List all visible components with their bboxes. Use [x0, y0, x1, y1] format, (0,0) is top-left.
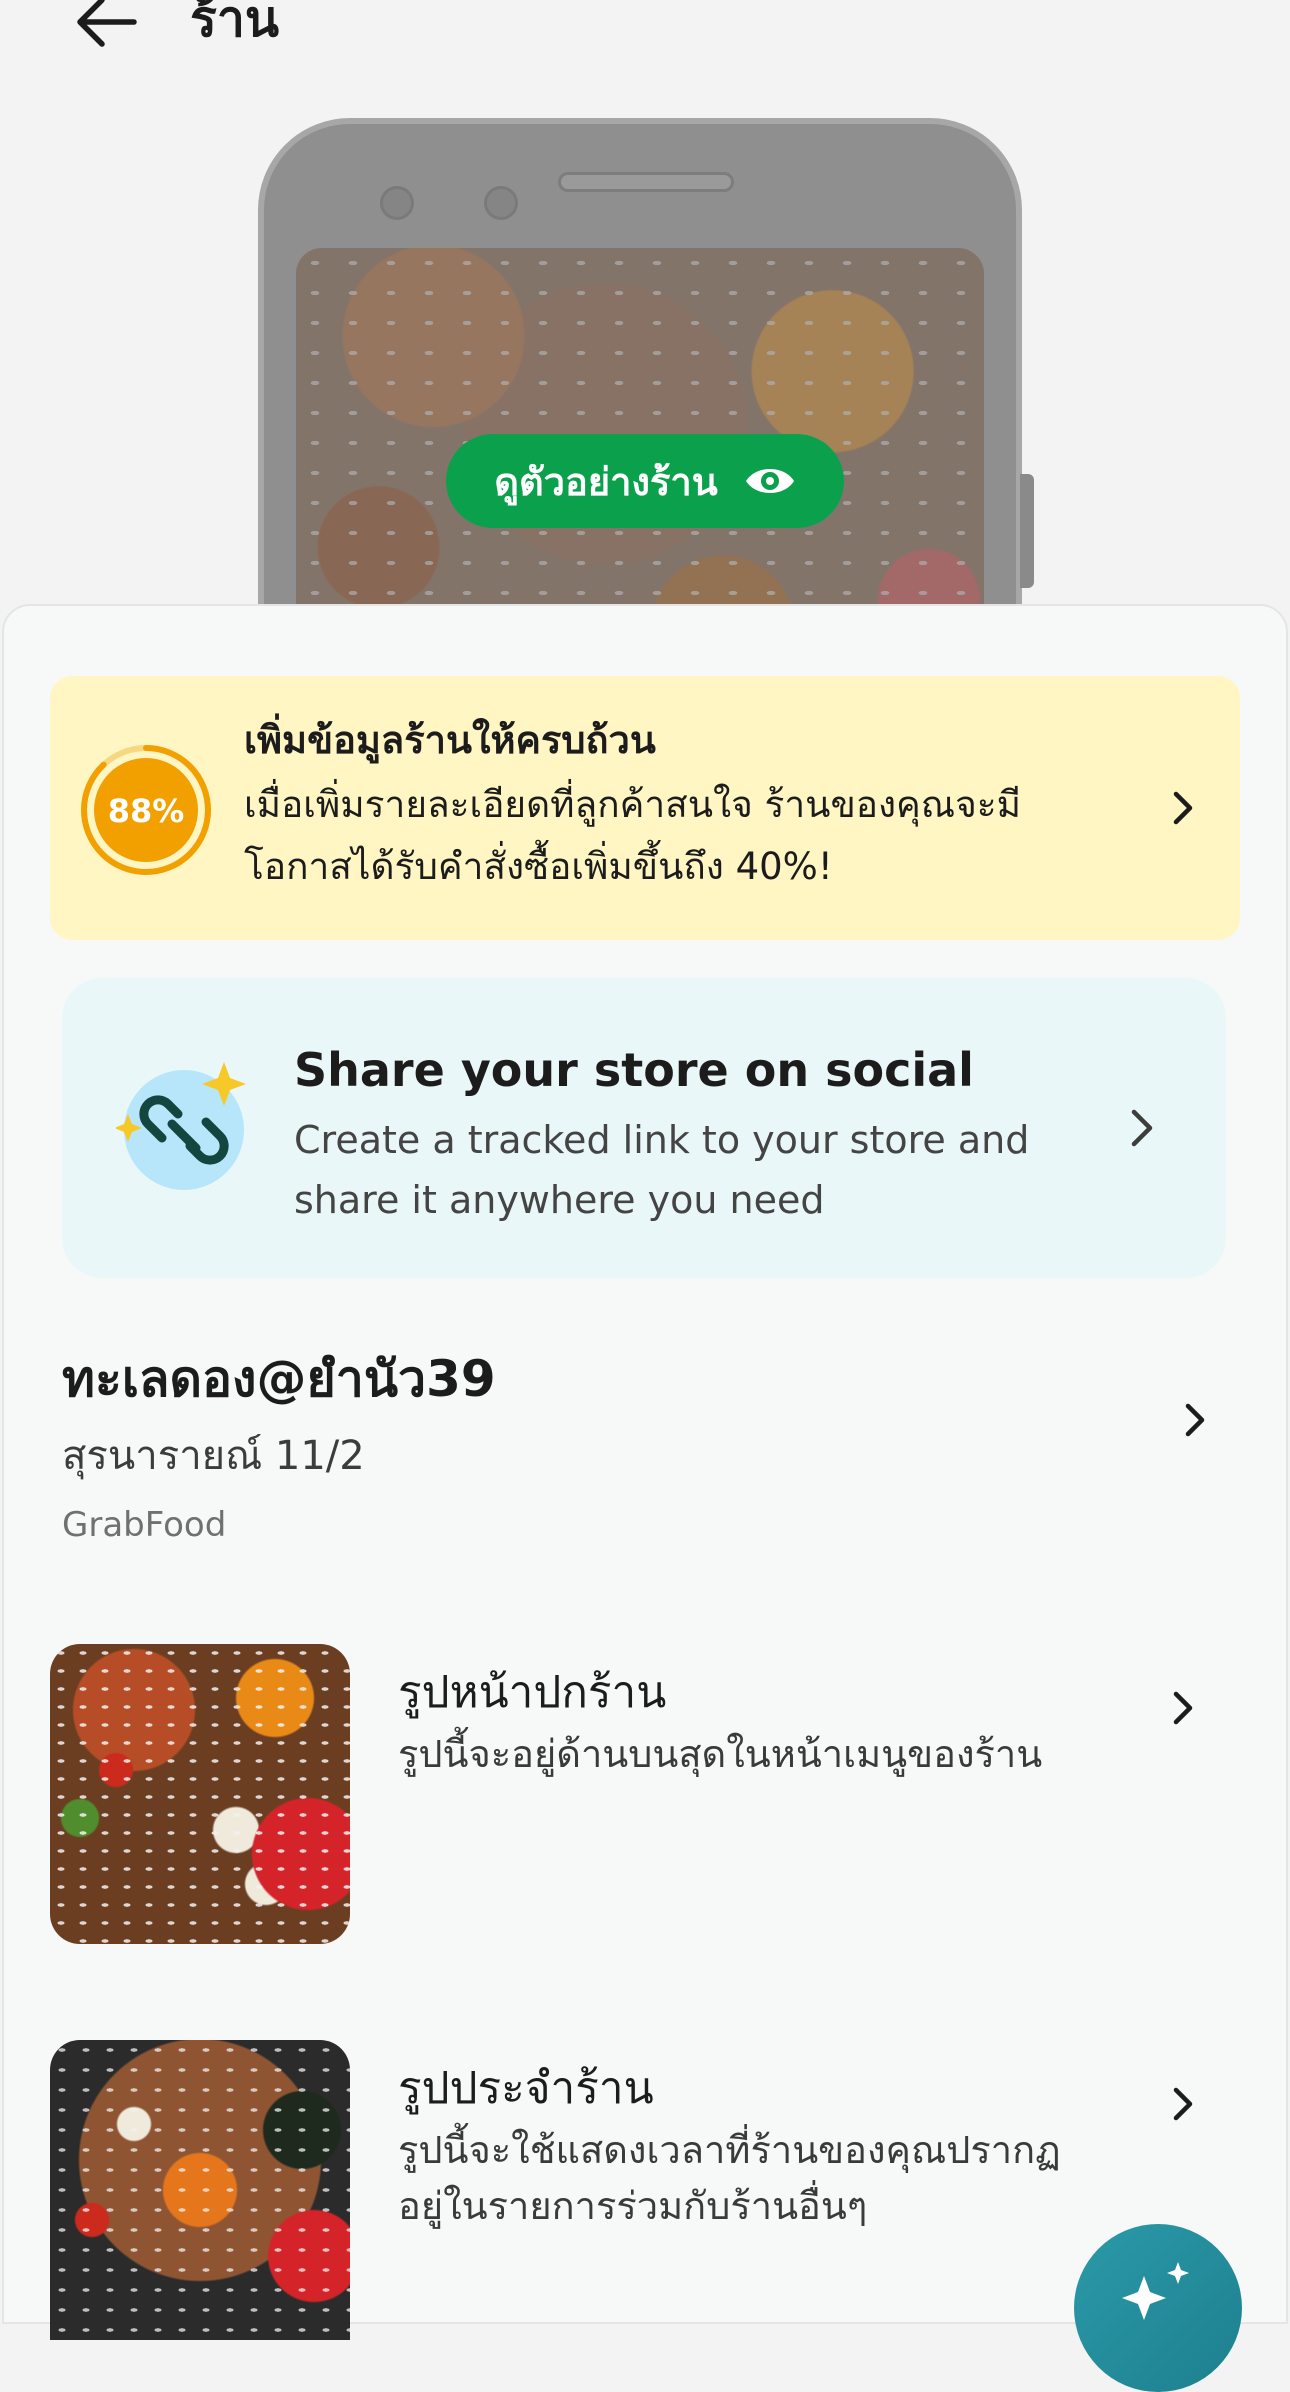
completion-desc-line: โอกาสได้รับคำสั่งซื้อเพิ่มขึ้นถึง 40%! — [244, 845, 833, 888]
store-photo-row[interactable]: รูปประจำร้าน รูปนี้จะใช้แสดงเวลาที่ร้านข… — [50, 2040, 1240, 2340]
chevron-right-icon — [1173, 1691, 1193, 1725]
share-desc-line: Create a tracked link to your store and — [294, 1118, 1030, 1162]
completion-description: เมื่อเพิ่มรายละเอียดที่ลูกค้าสนใจ ร้านขอ… — [244, 774, 1124, 898]
chevron-right-icon — [1173, 791, 1193, 825]
back-button[interactable] — [72, 0, 142, 52]
store-photo-desc-line: อยู่ในรายการร่วมกับร้านอื่นๆ — [398, 2184, 868, 2228]
completion-desc-line: เมื่อเพิ่มรายละเอียดที่ลูกค้าสนใจ ร้านขอ… — [244, 783, 1022, 826]
link-icon — [116, 1062, 246, 1190]
share-desc-line: share it anywhere you need — [294, 1178, 825, 1222]
share-card-description: Create a tracked link to your store and … — [294, 1110, 1114, 1230]
share-store-card[interactable]: Share your store on social Create a trac… — [62, 978, 1226, 1278]
store-address: สุรนารายณ์ 11/2 — [62, 1433, 365, 1479]
store-preview-phone — [258, 118, 1034, 688]
arrow-left-icon — [77, 0, 137, 47]
preview-store-button[interactable]: ดูตัวอย่างร้าน — [446, 434, 844, 528]
sparkle-icon — [1122, 2262, 1189, 2320]
preview-store-label: ดูตัวอย่างร้าน — [494, 459, 718, 504]
completion-title: เพิ่มข้อมูลร้านให้ครบถ้วน — [244, 718, 656, 762]
phone-camera — [484, 186, 518, 220]
cover-photo-desc-line: รูปนี้จะอยู่ด้านบนสุดในหน้าเมนูของร้าน — [398, 1732, 1043, 1776]
store-name: ทะเลดอง@ยำนัว39 — [62, 1350, 496, 1408]
cover-photo-description: รูปนี้จะอยู่ด้านบนสุดในหน้าเมนูของร้าน — [398, 1726, 1158, 1782]
completion-progress-ring: 88% — [81, 745, 211, 875]
cover-photo-thumbnail — [50, 1644, 350, 1944]
share-card-title: Share your store on social — [294, 1043, 974, 1097]
ai-assistant-fab[interactable] — [1074, 2224, 1242, 2392]
store-photo-title: รูปประจำร้าน — [398, 2063, 654, 2114]
store-photo-thumbnail — [50, 2040, 350, 2340]
phone-side-button — [1020, 474, 1034, 588]
store-photo-description: รูปนี้จะใช้แสดงเวลาที่ร้านของคุณปรากฏ อย… — [398, 2122, 1158, 2234]
top-bar: ร้าน — [0, 0, 1290, 60]
store-info-row[interactable]: ทะเลดอง@ยำนัว39 สุรนารายณ์ 11/2 GrabFood — [62, 1344, 1242, 1564]
completion-percent: 88% — [108, 792, 185, 830]
profile-completion-card[interactable]: 88% เพิ่มข้อมูลร้านให้ครบถ้วน เมื่อเพิ่ม… — [50, 676, 1240, 940]
cover-photo-row[interactable]: รูปหน้าปกร้าน รูปนี้จะอยู่ด้านบนสุดในหน้… — [50, 1644, 1240, 1944]
chevron-right-icon — [1185, 1403, 1205, 1437]
chevron-right-icon — [1173, 2087, 1193, 2121]
phone-camera — [380, 186, 414, 220]
phone-speaker — [558, 172, 734, 192]
store-platform: GrabFood — [62, 1505, 227, 1545]
cover-photo-title: รูปหน้าปกร้าน — [398, 1667, 667, 1718]
store-photo-desc-line: รูปนี้จะใช้แสดงเวลาที่ร้านของคุณปรากฏ — [398, 2128, 1061, 2172]
eye-icon — [745, 469, 794, 493]
page-title: ร้าน — [190, 0, 280, 48]
chevron-right-icon — [1131, 1109, 1153, 1147]
